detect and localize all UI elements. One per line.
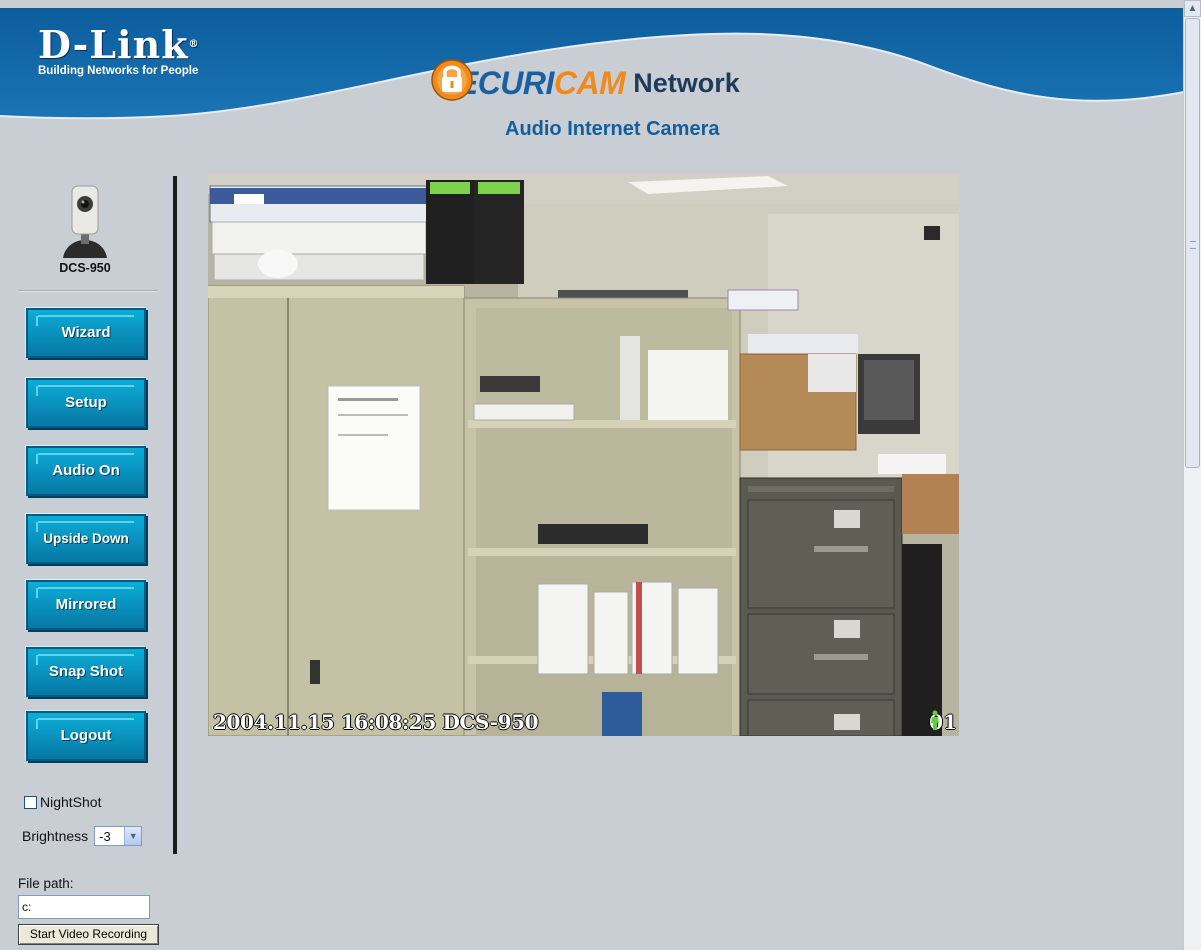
product-name-part3: Network — [633, 67, 740, 98]
camera-model-name: DCS-950 — [59, 261, 111, 275]
logout-button[interactable]: Logout — [26, 711, 146, 761]
brightness-control: Brightness -3 ▼ — [22, 826, 143, 846]
camera-number-overlay: 01 — [929, 710, 957, 734]
chevron-down-icon[interactable]: ▼ — [124, 827, 142, 845]
brightness-label: Brightness — [22, 828, 89, 844]
start-video-recording-button[interactable]: Start Video Recording — [18, 924, 159, 945]
setup-button[interactable]: Setup — [26, 378, 146, 428]
upside-down-button[interactable]: Upside Down — [26, 514, 146, 564]
page-subtitle: Audio Internet Camera — [505, 118, 720, 140]
nightshot-control[interactable]: NightShot — [24, 794, 101, 810]
camera-model-block: DCS-950 — [48, 180, 122, 275]
brand-tagline: Building Networks for People — [38, 65, 199, 77]
snap-shot-button[interactable]: Snap Shot — [26, 647, 146, 697]
wizard-button[interactable]: Wizard — [26, 308, 146, 358]
dlink-logo: D-Link® Building Networks for People — [38, 26, 200, 78]
file-path-input[interactable]: c: — [18, 895, 150, 919]
nightshot-label: NightShot — [40, 794, 102, 810]
scroll-thumb[interactable] — [1185, 18, 1200, 468]
mirrored-button[interactable]: Mirrored — [26, 580, 146, 630]
camera-icon — [57, 180, 113, 258]
brightness-select[interactable]: -3 ▼ — [94, 826, 143, 846]
scroll-up-arrow-icon[interactable]: ▲ — [1184, 0, 1201, 17]
nightshot-checkbox[interactable] — [24, 795, 37, 809]
audio-on-button[interactable]: Audio On — [26, 446, 146, 496]
vertical-scrollbar[interactable]: ▲ — [1183, 0, 1201, 950]
brightness-value: -3 — [99, 828, 111, 844]
brand-registered-mark: ® — [188, 39, 200, 50]
header-banner: D-Link® Building Networks for People SEC… — [0, 0, 1184, 160]
person-icon — [931, 710, 940, 730]
sidebar-separator — [18, 290, 158, 292]
brand-name: D-Link — [38, 22, 189, 67]
live-video-feed: 2004.11.15 16:08:25 DCS-950 01 — [208, 174, 959, 736]
securicam-logo: SECURI CAM Network — [430, 58, 740, 108]
lock-icon — [431, 59, 473, 101]
video-frame-image — [208, 174, 959, 736]
product-name-part2: CAM — [553, 64, 626, 101]
file-path-label: File path: — [18, 876, 74, 891]
video-timestamp-overlay: 2004.11.15 16:08:25 DCS-950 — [213, 710, 539, 734]
